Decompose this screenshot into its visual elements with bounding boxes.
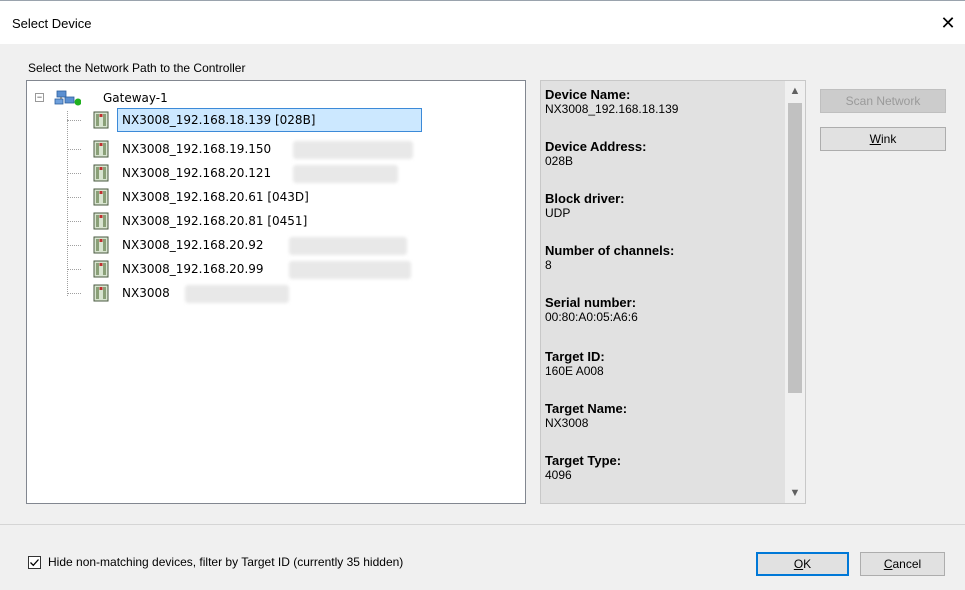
scroll-up-icon[interactable]: ▲ xyxy=(785,81,805,101)
device-label[interactable]: NX3008_192.168.20.61 [043D] xyxy=(117,188,314,206)
device-details-panel[interactable]: Device Name: NX3008_192.168.18.139 Devic… xyxy=(540,80,806,504)
title-bar: Select Device ✕ xyxy=(0,0,965,44)
controller-device-icon xyxy=(93,164,109,182)
details-scrollbar[interactable]: ▲ ▼ xyxy=(785,81,805,503)
redacted-text xyxy=(289,237,407,255)
controller-device-icon xyxy=(93,188,109,206)
device-label[interactable]: NX3008_192.168.20.99 xyxy=(117,260,269,278)
redacted-text xyxy=(293,165,398,183)
detail-target-type: Target Type: 4096 xyxy=(545,453,622,482)
dialog-title: Select Device xyxy=(12,16,92,31)
device-label[interactable]: NX3008_192.168.20.121 xyxy=(117,164,276,182)
network-path-label: Select the Network Path to the Controlle… xyxy=(28,61,246,75)
device-label[interactable]: NX3008_192.168.19.150 xyxy=(117,140,276,158)
gateway-label[interactable]: Gateway-1 xyxy=(103,91,168,105)
hide-non-matching-label[interactable]: Hide non-matching devices, filter by Tar… xyxy=(48,555,403,569)
controller-device-icon xyxy=(93,260,109,278)
device-label[interactable]: NX3008_192.168.18.139 [028B] xyxy=(117,108,422,132)
device-label[interactable]: NX3008 xyxy=(117,284,175,302)
controller-device-icon xyxy=(93,212,109,230)
detail-device-address: Device Address: 028B xyxy=(545,139,647,168)
ok-button[interactable]: OK xyxy=(756,552,849,576)
controller-device-icon xyxy=(93,284,109,302)
detail-device-name: Device Name: NX3008_192.168.18.139 xyxy=(545,87,679,116)
scrollbar-thumb[interactable] xyxy=(788,103,802,393)
hide-non-matching-checkbox[interactable] xyxy=(28,556,41,569)
gateway-icon xyxy=(54,90,81,106)
controller-device-icon xyxy=(93,236,109,254)
wink-button[interactable]: Wink xyxy=(820,127,946,151)
redacted-text xyxy=(293,141,413,159)
device-label[interactable]: NX3008_192.168.20.81 [0451] xyxy=(117,212,312,230)
device-tree[interactable]: − Gateway-1 NX3008_192.168.18.139 [028B]… xyxy=(26,80,526,504)
select-device-dialog: Select Device ✕ Select the Network Path … xyxy=(0,0,965,590)
footer-separator xyxy=(0,524,965,525)
detail-block-driver: Block driver: UDP xyxy=(545,191,625,220)
redacted-text xyxy=(185,285,289,303)
detail-target-name: Target Name: NX3008 xyxy=(545,401,628,430)
checkmark-icon xyxy=(30,559,39,567)
collapse-icon[interactable]: − xyxy=(35,93,44,102)
title-bar-top-line xyxy=(0,0,965,1)
controller-device-icon xyxy=(93,140,109,158)
scroll-down-icon[interactable]: ▼ xyxy=(785,483,805,503)
detail-serial-number: Serial number: 00:80:A0:05:A6:6 xyxy=(545,295,638,324)
close-icon[interactable]: ✕ xyxy=(931,8,965,38)
scan-network-button[interactable]: Scan Network xyxy=(820,89,946,113)
detail-target-id: Target ID: 160E A008 xyxy=(545,349,605,378)
cancel-button[interactable]: Cancel xyxy=(860,552,945,576)
detail-number-of-channels: Number of channels: 8 xyxy=(545,243,675,272)
controller-device-icon xyxy=(93,111,109,129)
device-label[interactable]: NX3008_192.168.20.92 xyxy=(117,236,269,254)
redacted-text xyxy=(289,261,411,279)
